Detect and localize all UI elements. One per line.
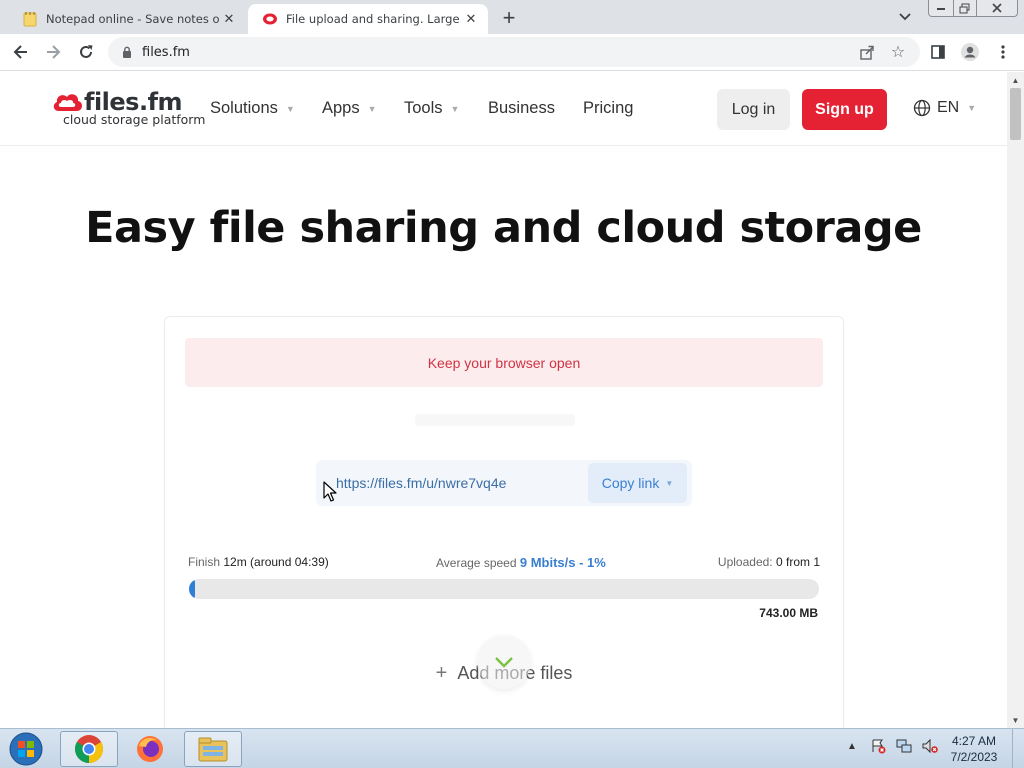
scroll-down-arrow-icon[interactable]: ▼ <box>1007 712 1024 728</box>
restore-window-button[interactable] <box>953 0 977 17</box>
chevron-down-icon: ▼ <box>450 103 460 114</box>
minimize-window-button[interactable] <box>928 0 954 17</box>
volume-muted-icon[interactable] <box>921 737 939 755</box>
address-bar[interactable]: files.fm ☆ <box>108 37 920 67</box>
finish-time: Finish 12m (around 04:39) <box>188 555 329 569</box>
faded-status-text <box>415 414 575 426</box>
reload-icon[interactable] <box>74 40 98 64</box>
nav-label: Tools <box>404 99 443 117</box>
avg-label: Average speed <box>436 556 517 570</box>
total-size: 743.00 MB <box>759 606 818 620</box>
upload-stats: Finish 12m (around 04:39) Average speed … <box>188 555 820 573</box>
chevron-down-icon <box>495 657 513 668</box>
start-button[interactable] <box>6 731 46 767</box>
finish-value: 12m (around 04:39) <box>223 555 329 569</box>
close-window-button[interactable] <box>976 0 1018 17</box>
back-icon[interactable] <box>9 40 33 64</box>
menu-icon[interactable] <box>991 40 1015 64</box>
chevron-down-icon: ▼ <box>665 478 674 488</box>
scroll-up-arrow-icon[interactable]: ▲ <box>1007 72 1024 88</box>
firefox-icon <box>137 736 163 762</box>
show-desktop-button[interactable] <box>1012 729 1024 768</box>
mouse-cursor-icon <box>323 481 337 502</box>
logo-tagline: cloud storage platform <box>63 112 206 127</box>
taskbar-firefox[interactable] <box>121 731 179 767</box>
browser-toolbar: files.fm ☆ <box>0 34 1024 71</box>
nav-label: Apps <box>322 99 360 117</box>
tab-notepad[interactable]: Notepad online - Save notes onl ✕ <box>8 4 246 34</box>
star-icon[interactable]: ☆ <box>888 42 908 62</box>
chevron-down-icon: ▼ <box>367 103 377 114</box>
explorer-icon <box>198 737 228 762</box>
close-tab-icon[interactable]: ✕ <box>462 10 480 28</box>
share-link-url[interactable]: https://files.fm/u/nwre7vq4e <box>336 475 506 491</box>
nav-label: Business <box>488 99 555 117</box>
cloud-logo-icon <box>53 94 83 111</box>
system-clock[interactable]: 4:27 AM 7/2/2023 <box>942 733 1006 765</box>
network-icon[interactable] <box>895 737 913 755</box>
nav-tools[interactable]: Tools ▼ <box>404 99 459 118</box>
globe-icon <box>913 99 931 117</box>
lock-icon[interactable] <box>119 46 135 58</box>
chrome-icon <box>75 735 103 763</box>
forward-icon[interactable] <box>41 40 65 64</box>
taskbar: ▲ 4:27 AM 7/2/2023 <box>0 728 1024 768</box>
tab-title: Notepad online - Save notes onl <box>46 12 220 26</box>
address-url[interactable]: files.fm <box>142 45 190 60</box>
chevron-down-icon: ▼ <box>967 103 977 113</box>
nav-apps[interactable]: Apps ▼ <box>322 99 377 118</box>
upload-panel: Keep your browser open https://files.fm/… <box>164 316 844 728</box>
new-tab-button[interactable]: + <box>497 5 521 30</box>
uploaded-count: Uploaded: 0 from 1 <box>718 555 820 569</box>
nav-label: Pricing <box>583 99 634 117</box>
page-title: Easy file sharing and cloud storage <box>85 203 922 253</box>
signup-button[interactable]: Sign up <box>802 89 887 130</box>
clock-date: 7/2/2023 <box>950 750 998 764</box>
system-tray: ▲ <box>843 737 939 755</box>
average-speed: Average speed 9 Mbits/s - 1% <box>436 555 606 570</box>
language-selector[interactable]: EN ▼ <box>913 99 976 117</box>
close-tab-icon[interactable]: ✕ <box>220 10 238 28</box>
uploaded-label: Uploaded: <box>717 555 773 569</box>
chevron-down-icon: ▼ <box>285 103 295 114</box>
tab-title: File upload and sharing. Large fil <box>286 12 462 26</box>
site-header: files.fm cloud storage platform Solution… <box>0 72 1007 146</box>
tab-filesfm[interactable]: File upload and sharing. Large fil ✕ <box>248 4 488 34</box>
nav-pricing[interactable]: Pricing <box>583 99 633 118</box>
language-label: EN <box>937 99 960 116</box>
copy-link-label: Copy link <box>601 475 660 491</box>
scrollbar-thumb[interactable] <box>1010 88 1021 140</box>
nav-solutions[interactable]: Solutions ▼ <box>210 99 295 118</box>
login-button[interactable]: Log in <box>717 89 790 130</box>
profile-icon[interactable] <box>958 40 982 64</box>
tab-search-icon[interactable] <box>895 8 915 26</box>
filesfm-logo[interactable]: files.fm cloud storage platform <box>52 88 205 130</box>
web-page: files.fm cloud storage platform Solution… <box>0 72 1007 728</box>
action-center-flag-icon[interactable] <box>869 737 887 755</box>
sidepanel-icon[interactable] <box>926 40 950 64</box>
share-link-box: https://files.fm/u/nwre7vq4e Copy link ▼ <box>316 460 692 506</box>
taskbar-explorer[interactable] <box>184 731 242 767</box>
page-scrollbar[interactable]: ▲ ▼ <box>1007 72 1024 728</box>
avg-value: 9 Mbits/s - 1% <box>519 555 606 570</box>
taskbar-chrome[interactable] <box>60 731 118 767</box>
tab-strip: Notepad online - Save notes onl ✕ File u… <box>0 0 1024 34</box>
notepad-favicon-icon <box>22 11 38 27</box>
copy-link-button[interactable]: Copy link ▼ <box>588 463 687 503</box>
nav-label: Solutions <box>210 99 278 117</box>
plus-icon: + <box>435 662 448 684</box>
clock-time: 4:27 AM <box>951 734 997 748</box>
keep-open-alert: Keep your browser open <box>185 338 823 387</box>
upload-progress-bar <box>189 579 819 599</box>
scroll-down-button[interactable] <box>477 635 531 689</box>
share-icon[interactable] <box>858 43 876 61</box>
finish-label: Finish <box>188 555 221 569</box>
filesfm-favicon-icon <box>262 11 278 27</box>
show-hidden-icons-icon[interactable]: ▲ <box>843 737 861 755</box>
nav-business[interactable]: Business <box>488 99 555 118</box>
windows-logo-icon <box>9 732 43 766</box>
uploaded-value: 0 from 1 <box>775 555 820 569</box>
progress-fill <box>189 579 195 599</box>
